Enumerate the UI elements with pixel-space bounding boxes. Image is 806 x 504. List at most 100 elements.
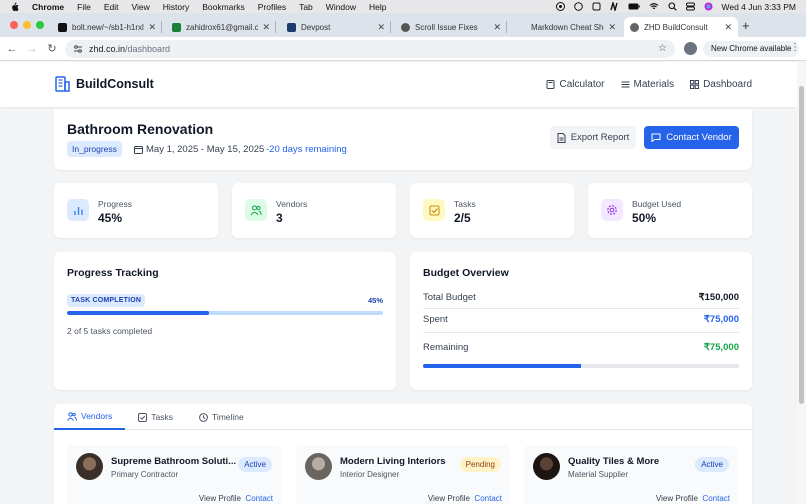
stat-card-vendors: Vendors 3 [232, 183, 396, 238]
budget-bar-fill [423, 364, 581, 368]
close-tab-icon[interactable]: ✕ [377, 22, 385, 33]
url-host: zhd.co.in [89, 44, 126, 54]
nav-materials[interactable]: Materials [621, 79, 674, 90]
project-title: Bathroom Renovation [67, 121, 214, 137]
nav-label: Dashboard [703, 79, 752, 90]
contact-link[interactable]: Contact [702, 494, 730, 503]
stat-card-progress: Progress 45% [54, 183, 218, 238]
status-app-icon[interactable] [573, 2, 583, 11]
budget-label: Remaining [423, 342, 469, 353]
close-tab-icon[interactable]: ✕ [493, 22, 501, 33]
building-icon [55, 76, 70, 92]
apple-icon[interactable] [10, 2, 20, 12]
view-profile-link[interactable]: View Profile [199, 494, 241, 503]
browser-tab[interactable]: zahidrox61@gmail.com ✕ [166, 17, 276, 37]
back-arrow-icon[interactable]: ← [2, 43, 22, 55]
menu-file[interactable]: File [77, 2, 91, 12]
project-dates: May 1, 2025 - May 15, 2025 [134, 144, 264, 155]
browser-tab-strip: bolt.new/~/sb1-h1rxlwp ✕ zahidrox61@gmai… [0, 13, 806, 37]
site-settings-icon[interactable] [73, 44, 83, 54]
vendor-avatar [533, 453, 560, 480]
users-icon [67, 411, 77, 421]
nav-dashboard[interactable]: Dashboard [690, 79, 752, 90]
status-app-icon[interactable] [555, 2, 565, 11]
new-chrome-available-button[interactable]: New Chrome available [703, 41, 800, 57]
forward-arrow-icon[interactable]: → [22, 43, 42, 55]
contact-link[interactable]: Contact [245, 494, 273, 503]
users-icon [250, 205, 262, 215]
vendor-role: Interior Designer [340, 470, 400, 479]
scrollbar-thumb[interactable] [799, 86, 804, 404]
tab-favicon-icon [517, 23, 526, 32]
stat-value: 50% [632, 211, 657, 225]
vendor-avatar [305, 453, 332, 480]
zoom-window-button[interactable] [36, 21, 44, 29]
menu-bookmarks[interactable]: Bookmarks [202, 2, 245, 12]
document-icon [557, 132, 566, 143]
checkbox-icon [138, 412, 148, 422]
bookmark-star-icon[interactable]: ☆ [658, 43, 667, 54]
brand-logo[interactable]: BuildConsult [54, 75, 154, 92]
tab-favicon-icon [172, 22, 181, 32]
menu-tab[interactable]: Tab [299, 2, 313, 12]
tab-favicon-icon [287, 22, 296, 32]
page-viewport: BuildConsult Calculator Materials Dashbo… [0, 62, 797, 504]
chrome-menu-icon[interactable]: ⋮ [790, 42, 800, 53]
minimize-window-button[interactable] [23, 21, 31, 29]
contact-vendor-button[interactable]: Contact Vendor [644, 126, 739, 149]
browser-tab[interactable]: Scroll Issue Fixes ✕ [395, 17, 507, 37]
menu-edit[interactable]: Edit [104, 2, 119, 12]
profile-avatar[interactable] [684, 42, 697, 55]
close-window-button[interactable] [10, 21, 18, 29]
search-icon[interactable] [667, 2, 677, 11]
nav-calculator[interactable]: Calculator [546, 79, 605, 90]
status-app-icon[interactable] [592, 2, 601, 11]
tab-vendors[interactable]: Vendors [54, 404, 126, 430]
browser-tab[interactable]: Devpost ✕ [281, 17, 391, 37]
close-tab-icon[interactable]: ✕ [724, 22, 732, 33]
close-tab-icon[interactable]: ✕ [608, 22, 616, 33]
close-tab-icon[interactable]: ✕ [262, 22, 270, 33]
status-app-icon[interactable] [609, 2, 619, 11]
wifi-icon[interactable] [649, 2, 659, 11]
view-profile-link[interactable]: View Profile [656, 494, 698, 503]
vendor-status-badge: Active [238, 457, 272, 472]
tab-title: bolt.new/~/sb1-h1rxlwp [72, 22, 144, 32]
menu-history[interactable]: History [163, 2, 189, 12]
menu-profiles[interactable]: Profiles [258, 2, 286, 12]
export-report-label: Export Report [570, 132, 630, 143]
card-title: Progress Tracking [67, 267, 159, 279]
menu-app-name[interactable]: Chrome [32, 2, 64, 12]
status-badge: In_progress [67, 141, 122, 157]
export-report-button[interactable]: Export Report [550, 126, 636, 149]
progress-bar-fill [67, 311, 210, 315]
tab-timeline[interactable]: Timeline [186, 404, 257, 430]
browser-tab-active[interactable]: ZHD BuildConsult ✕ [624, 17, 738, 37]
address-bar[interactable]: zhd.co.in/dashboard ☆ [65, 40, 675, 58]
new-tab-button[interactable]: + [742, 18, 750, 33]
menu-help[interactable]: Help [369, 2, 386, 12]
battery-icon[interactable] [628, 2, 640, 11]
message-icon [651, 133, 661, 142]
stat-icon-box [67, 199, 89, 221]
view-profile-link[interactable]: View Profile [428, 494, 470, 503]
date-range: May 1, 2025 - May 15, 2025 [146, 144, 265, 155]
close-tab-icon[interactable]: ✕ [148, 22, 156, 33]
menu-view[interactable]: View [131, 2, 149, 12]
stat-icon-box [601, 199, 623, 221]
tab-label: Tasks [151, 412, 173, 422]
siri-icon[interactable] [704, 2, 713, 11]
tab-title: Devpost [301, 22, 331, 32]
menu-window[interactable]: Window [326, 2, 356, 12]
page-scrollbar[interactable] [797, 62, 806, 504]
divider [423, 332, 739, 333]
stat-value: 2/5 [454, 211, 471, 225]
nav-label: Calculator [559, 79, 605, 90]
tab-tasks[interactable]: Tasks [125, 404, 186, 430]
control-center-icon[interactable] [685, 2, 695, 11]
browser-tab[interactable]: bolt.new/~/sb1-h1rxlwp ✕ [52, 17, 162, 37]
browser-tab[interactable]: Markdown Cheat Sheet ✕ [511, 17, 622, 37]
reload-icon[interactable]: ↻ [42, 42, 62, 55]
contact-link[interactable]: Contact [474, 494, 502, 503]
menubar-clock[interactable]: Wed 4 Jun 3:33 PM [722, 2, 797, 12]
